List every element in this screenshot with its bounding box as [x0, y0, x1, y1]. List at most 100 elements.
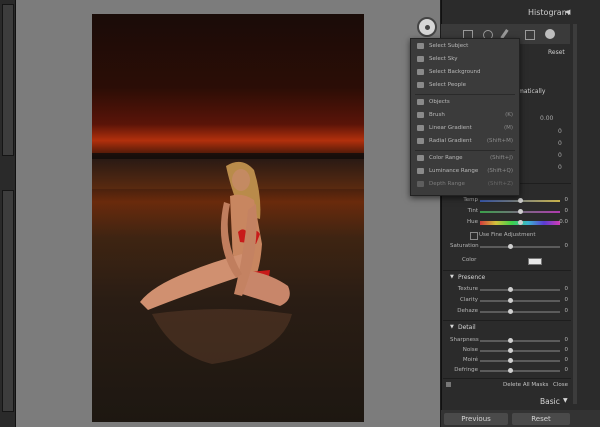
menu-item-label: Luminance Range [429, 168, 479, 174]
basic-panel-header[interactable]: Basic [540, 397, 560, 406]
menu-item-color-range[interactable]: Color Range (Shift+J) [415, 153, 515, 165]
slider-label: Hue [466, 219, 478, 225]
slider-value: 0 [564, 347, 569, 353]
saturation-slider[interactable]: Saturation 0 [450, 242, 570, 252]
moire-slider[interactable]: Moiré 0 [450, 356, 570, 366]
slider-value: 0 [564, 367, 569, 373]
toggle-mask-icon[interactable] [446, 382, 451, 387]
section-divider [443, 378, 571, 379]
sharpness-slider[interactable]: Sharpness 0 [450, 336, 570, 346]
depth-range-icon [417, 181, 424, 187]
auto-label: matically [518, 88, 546, 95]
previous-button[interactable]: Previous [444, 413, 508, 425]
noise-slider[interactable]: Noise 0 [450, 346, 570, 356]
hue-slider[interactable]: Hue 0.0 [450, 218, 570, 228]
collapse-arrow-icon[interactable]: ◀ [565, 8, 570, 16]
people-icon [417, 82, 424, 88]
slider-label: Texture [457, 286, 478, 292]
slider-value: 0 [558, 152, 562, 159]
slider-knob[interactable] [508, 338, 513, 343]
panel-scrollbar[interactable] [573, 24, 577, 404]
slider-value: 0 [564, 337, 569, 343]
slider-knob[interactable] [518, 198, 523, 203]
slider-value: 0 [558, 140, 562, 147]
menu-item-depth-range[interactable]: Depth Range (Shift+Z) [415, 179, 515, 191]
color-swatch[interactable] [528, 258, 542, 265]
slider-knob[interactable] [508, 287, 513, 292]
close-masks-button[interactable]: Close [553, 382, 568, 388]
slider-label: Saturation [450, 243, 479, 249]
dehaze-slider[interactable]: Dehaze 0 [450, 307, 570, 317]
tint-slider[interactable]: Tint 0 [450, 207, 570, 217]
temp-slider[interactable]: Temp 0 [450, 196, 570, 206]
left-panel-strip[interactable] [0, 0, 16, 427]
menu-item-radial-gradient[interactable]: Radial Gradient (Shift+M) [415, 136, 515, 148]
defringe-slider[interactable]: Defringe 0 [450, 366, 570, 376]
color-label: Color [462, 257, 477, 263]
fine-adjust-checkbox[interactable] [470, 232, 478, 240]
texture-slider[interactable]: Texture 0 [450, 285, 570, 295]
menu-item-select-people[interactable]: Select People [415, 80, 515, 92]
linear-gradient-icon [417, 125, 424, 131]
menu-item-shortcut: (K) [505, 112, 513, 118]
slider-knob[interactable] [508, 348, 513, 353]
slider-value: 0 [564, 286, 569, 292]
detail-section-header[interactable]: ▼ Detail [446, 323, 570, 335]
menu-item-label: Select Background [429, 69, 481, 75]
collapse-triangle-icon[interactable]: ▼ [450, 324, 454, 330]
collapse-triangle-icon[interactable]: ▼ [450, 274, 454, 280]
background-icon [417, 69, 424, 75]
radial-gradient-icon [417, 138, 424, 144]
section-divider [443, 320, 571, 321]
slider-knob[interactable] [518, 220, 523, 225]
menu-item-shortcut: (Shift+Z) [487, 181, 513, 187]
slider-value: 0 [558, 164, 562, 171]
menu-item-label: Color Range [429, 155, 463, 161]
left-panel-segment [2, 190, 14, 412]
slider-knob[interactable] [508, 298, 513, 303]
slider-knob[interactable] [508, 368, 513, 373]
slider-value: 0 [564, 243, 569, 249]
sky-icon [417, 56, 424, 62]
menu-item-shortcut: (Shift+J) [489, 155, 513, 161]
reset-button[interactable]: Reset [512, 413, 570, 425]
histogram-title[interactable]: Histogram [528, 8, 570, 17]
menu-item-brush[interactable]: Brush (K) [415, 110, 515, 122]
menu-item-objects[interactable]: Objects [415, 97, 515, 109]
presence-section-header[interactable]: ▼ Presence [446, 273, 570, 285]
collapse-triangle-icon[interactable]: ▼ [563, 397, 568, 404]
add-mask-button[interactable] [417, 17, 437, 37]
slider-knob[interactable] [508, 358, 513, 363]
menu-item-label: Select Subject [429, 43, 469, 49]
slider-label: Dehaze [457, 308, 478, 314]
slider-knob[interactable] [508, 244, 513, 249]
menu-item-label: Select Sky [429, 56, 458, 62]
menu-item-luminance-range[interactable]: Luminance Range (Shift+Q) [415, 166, 515, 178]
clarity-slider[interactable]: Clarity 0 [450, 296, 570, 306]
menu-item-label: Brush [429, 112, 445, 118]
menu-item-select-background[interactable]: Select Background [415, 67, 515, 79]
reset-link[interactable]: Reset [548, 49, 565, 56]
photo-subject [140, 161, 292, 364]
slider-value: 0.0 [559, 219, 568, 225]
color-range-icon [417, 155, 424, 161]
menu-item-label: Linear Gradient [429, 125, 472, 131]
menu-item-linear-gradient[interactable]: Linear Gradient (M) [415, 123, 515, 135]
menu-item-shortcut: (Shift+Q) [487, 168, 513, 174]
delete-all-masks-button[interactable]: Delete All Masks [503, 382, 548, 388]
create-mask-menu: Select Subject Select Sky Select Backgro… [410, 38, 520, 196]
detail-title: Detail [458, 324, 476, 331]
menu-item-select-sky[interactable]: Select Sky [415, 54, 515, 66]
masking-icon[interactable] [545, 29, 555, 39]
redeye-icon[interactable] [525, 30, 535, 40]
fine-adjust-label: Use Fine Adjustment [479, 232, 536, 238]
section-divider [443, 270, 571, 271]
left-panel-segment [2, 4, 14, 156]
slider-knob[interactable] [508, 309, 513, 314]
slider-label: Tint [467, 208, 478, 214]
presence-title: Presence [458, 274, 486, 281]
slider-knob[interactable] [518, 209, 523, 214]
menu-item-select-subject[interactable]: Select Subject [415, 41, 515, 53]
menu-item-shortcut: (M) [503, 125, 513, 131]
photo-image[interactable] [92, 14, 364, 422]
